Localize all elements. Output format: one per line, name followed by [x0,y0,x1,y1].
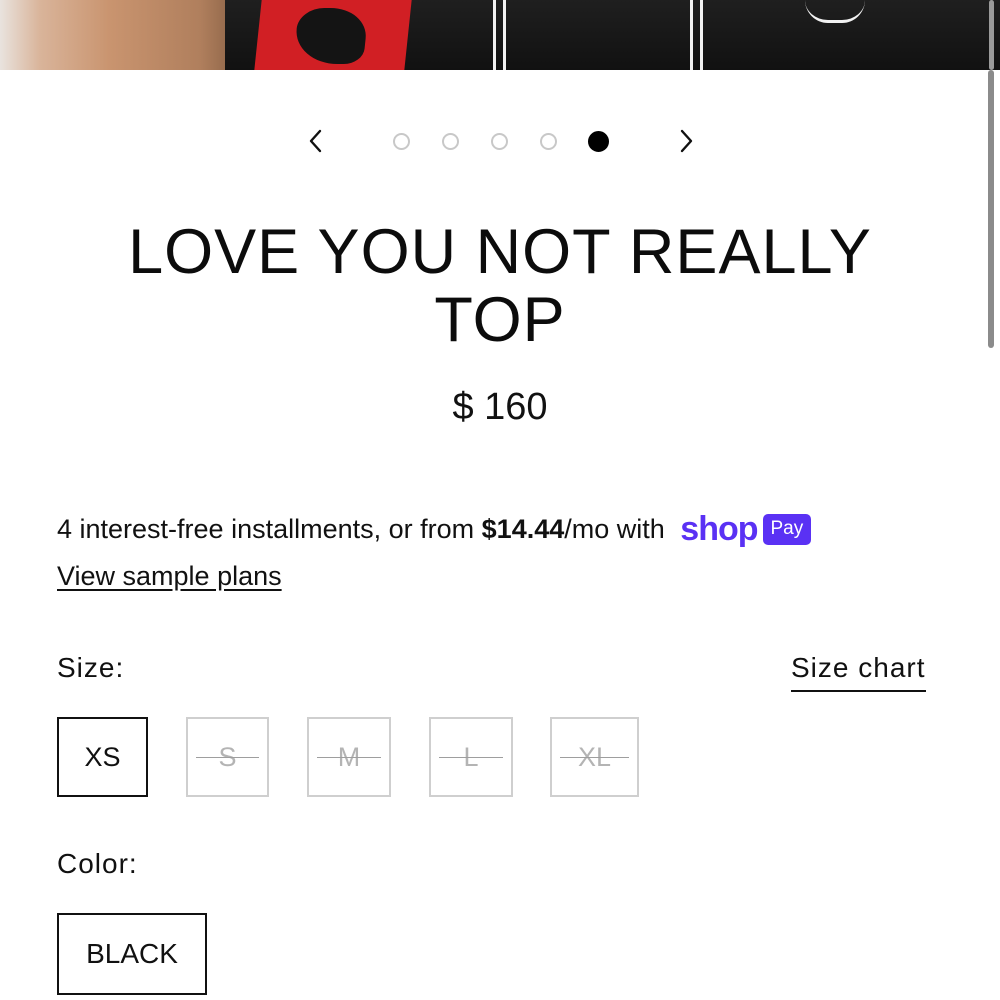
product-image-string [493,0,496,70]
size-option-xs[interactable]: XS [57,717,148,797]
size-option-l-unavailable[interactable]: L [429,717,513,797]
page-scrollbar[interactable] [988,70,994,348]
product-image-string [503,0,506,70]
shop-pay-badge: Pay [762,514,812,545]
product-image-string [690,0,693,70]
product-image-string [700,0,703,70]
size-option-m-unavailable[interactable]: M [307,717,391,797]
size-option-label: XS [84,741,121,772]
carousel-dot-1[interactable] [393,133,410,150]
product-title: LOVE YOU NOT REALLY TOP [128,217,872,355]
size-option-xl-unavailable[interactable]: XL [550,717,639,797]
color-label: Color: [57,848,138,879]
color-option-label: BLACK [86,938,178,969]
image-carousel-controls [0,118,1000,168]
carousel-dot-2[interactable] [442,133,459,150]
chevron-right-icon [680,129,693,153]
unavailable-strikethrough [317,757,381,758]
carousel-dot-3[interactable] [491,133,508,150]
shop-logo: shop [680,510,758,548]
carousel-dot-4[interactable] [540,133,557,150]
scrollbar-thumb-top [989,0,994,70]
unavailable-strikethrough [560,757,629,758]
product-image[interactable] [0,0,1000,70]
product-image-skin [0,0,235,70]
carousel-dot-5-active[interactable] [588,131,609,152]
product-page: LOVE YOU NOT REALLY TOP $ 160 4 interest… [0,0,1000,1000]
color-option-black[interactable]: BLACK [57,913,207,995]
installments-text: 4 interest-free installments, or from $1… [57,510,957,549]
size-label: Size: [57,652,125,683]
installments-amount: $14.44 [481,514,565,544]
unavailable-strikethrough [439,757,503,758]
installments-text-before: 4 interest-free installments, or from [57,514,482,544]
view-sample-plans-link[interactable]: View sample plans [57,561,282,592]
carousel-prev-button[interactable] [303,126,329,156]
product-price: $ 160 [452,386,548,428]
size-option-s-unavailable[interactable]: S [186,717,269,797]
installments-text-after: /mo with [564,514,673,544]
product-image-print [254,0,412,70]
chevron-left-icon [309,129,322,153]
size-chart-link[interactable]: Size chart [791,652,926,692]
unavailable-strikethrough [196,757,259,758]
carousel-next-button[interactable] [673,126,699,156]
